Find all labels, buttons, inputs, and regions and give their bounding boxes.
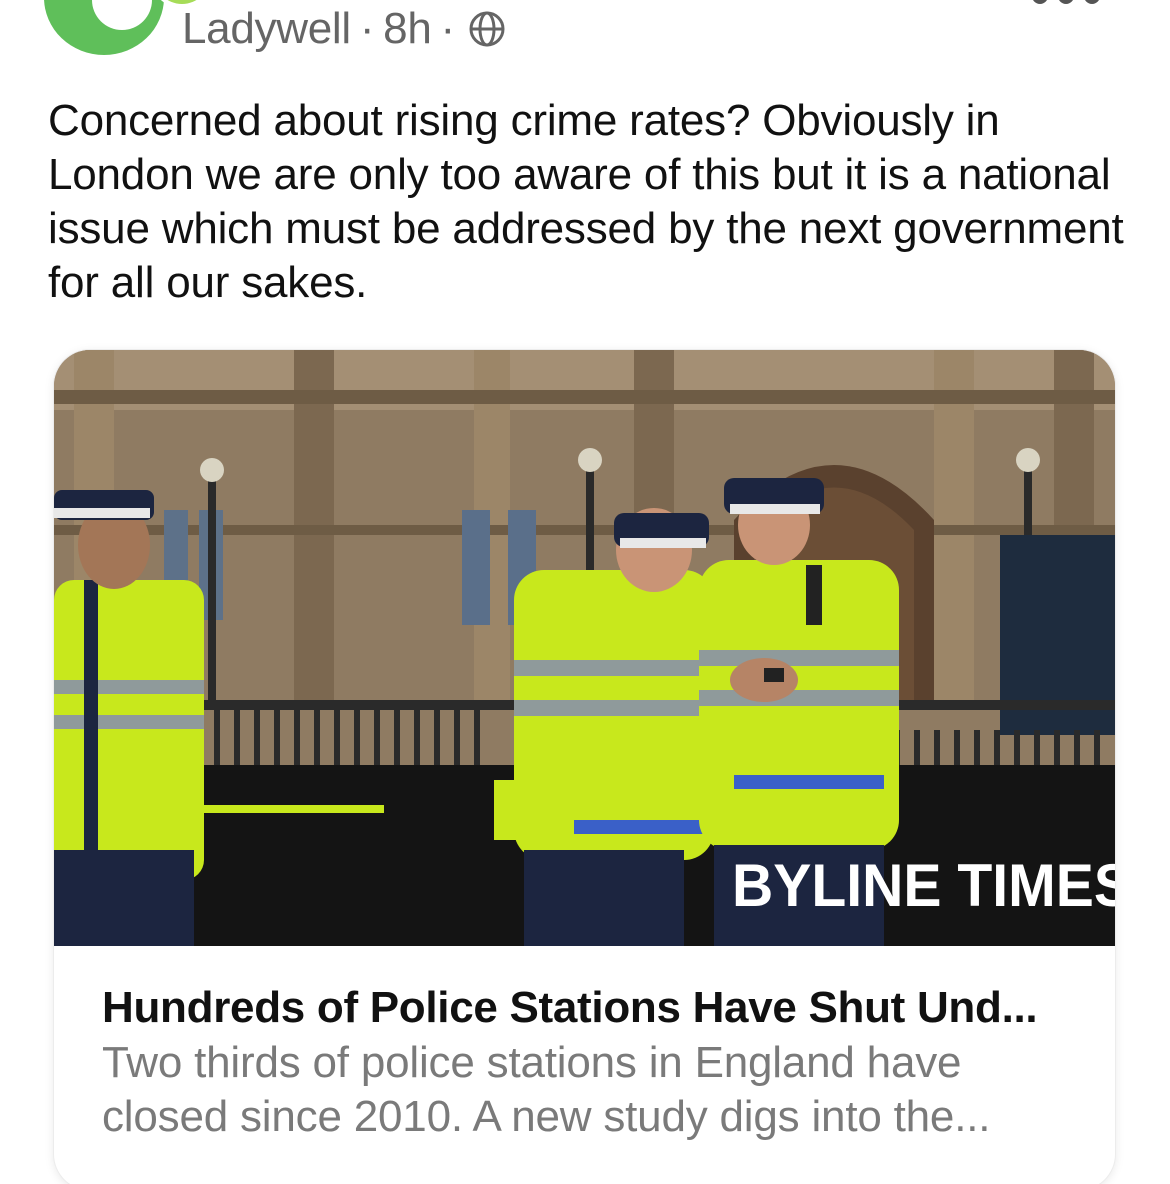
link-preview-card[interactable]: BYLINE TIMES Hundreds of Police Stations… xyxy=(54,350,1115,1184)
globe-icon xyxy=(468,10,506,48)
meta-separator: · xyxy=(359,4,375,53)
link-card-body[interactable]: Hundreds of Police Stations Have Shut Un… xyxy=(102,980,1082,1144)
author-avatar-group[interactable] xyxy=(44,0,214,70)
more-options-icon[interactable] xyxy=(1032,0,1100,4)
author-avatar[interactable] xyxy=(44,0,164,55)
article-image[interactable]: BYLINE TIMES xyxy=(54,350,1115,946)
post-screen: Ladywell · 8h · Concerned about rising c… xyxy=(0,0,1170,1184)
group-name[interactable]: Ladywell xyxy=(182,4,351,54)
post-time[interactable]: 8h xyxy=(383,4,432,54)
article-title[interactable]: Hundreds of Police Stations Have Shut Un… xyxy=(102,980,1082,1036)
image-watermark: BYLINE TIMES xyxy=(732,852,1115,919)
post-meta: Ladywell · 8h · xyxy=(182,2,506,56)
post-text: Concerned about rising crime rates? Obvi… xyxy=(48,96,1124,307)
article-description: Two thirds of police stations in England… xyxy=(102,1038,991,1141)
meta-separator: · xyxy=(440,4,456,53)
